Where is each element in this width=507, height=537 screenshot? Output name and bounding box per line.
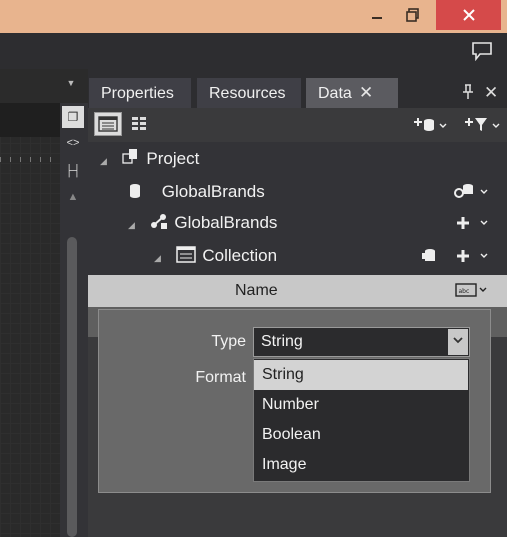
canvas-header xyxy=(0,103,60,137)
expand-triangle-icon[interactable]: ◢ xyxy=(154,253,161,263)
sample-data-icon xyxy=(465,118,500,131)
tree-label-collection: Collection xyxy=(202,246,278,265)
database-icon xyxy=(130,184,140,198)
speech-bubble-icon xyxy=(472,42,492,62)
close-icon xyxy=(462,9,475,21)
add-icon xyxy=(457,250,488,262)
tree-item-schema[interactable]: ◢ GlobalBrands xyxy=(128,207,500,239)
restore-button[interactable] xyxy=(395,0,430,30)
tab-properties[interactable]: Properties xyxy=(89,78,191,109)
type-select-value: String xyxy=(261,333,303,350)
minimize-icon xyxy=(372,17,382,19)
database-settings-icon xyxy=(454,184,488,198)
detail-view-button[interactable] xyxy=(127,112,153,136)
resize-horizontal-icon[interactable]: ├┤ xyxy=(62,160,84,182)
scrollbar[interactable] xyxy=(67,237,77,537)
property-name: Name xyxy=(235,282,278,299)
svg-text:abc: abc xyxy=(459,288,470,295)
tree-item-datasource[interactable]: GlobalBrands xyxy=(128,176,500,208)
option-boolean[interactable]: Boolean xyxy=(254,420,468,450)
feedback-button[interactable] xyxy=(471,41,493,62)
tab-data-label: Data xyxy=(318,85,352,102)
minimize-button[interactable] xyxy=(362,0,392,30)
data-source-options-button[interactable] xyxy=(453,181,491,201)
collection-database-button[interactable] xyxy=(421,247,437,265)
ruler xyxy=(0,150,60,162)
title-bar xyxy=(0,0,507,33)
add-data-source-button[interactable] xyxy=(410,112,450,136)
expand-triangle-icon[interactable]: ◢ xyxy=(100,156,107,166)
project-icon xyxy=(122,149,137,164)
add-property-button[interactable] xyxy=(454,214,492,232)
type-select[interactable]: String xyxy=(253,327,470,357)
design-canvas[interactable] xyxy=(0,103,60,537)
option-string[interactable]: String xyxy=(254,360,468,390)
format-label: Format xyxy=(195,369,246,386)
close-panel-icon[interactable]: ✕ xyxy=(484,84,500,102)
detail-view-icon xyxy=(132,117,146,130)
tree-label-schema: GlobalBrands xyxy=(174,213,278,232)
restore-icon xyxy=(405,8,419,22)
close-window-button[interactable] xyxy=(436,0,501,30)
add-collection-property-button[interactable] xyxy=(454,247,492,265)
tree-item-project[interactable]: ◢ Project xyxy=(100,143,500,175)
copy-icon[interactable]: ❐ xyxy=(62,106,84,128)
pin-icon[interactable] xyxy=(461,84,477,102)
option-number[interactable]: Number xyxy=(254,390,468,420)
tree-item-collection[interactable]: ◢ Collection xyxy=(154,240,500,272)
type-label: Type xyxy=(211,333,246,350)
list-view-button[interactable] xyxy=(94,112,122,136)
database-icon xyxy=(422,249,435,261)
string-type-icon: abc xyxy=(455,283,487,297)
schema-icon xyxy=(150,214,167,229)
list-view-icon xyxy=(98,116,118,132)
tab-data[interactable]: Data xyxy=(306,78,398,109)
chevron-down-glyph xyxy=(453,337,463,344)
tree-label-datasource: GlobalBrands xyxy=(161,182,265,201)
scroll-up-icon[interactable]: ▲ xyxy=(62,186,84,208)
tree-label-project: Project xyxy=(146,149,200,168)
add-icon xyxy=(457,217,488,229)
chevron-down-icon[interactable]: ▼ xyxy=(62,78,80,94)
property-name-row[interactable]: Name xyxy=(88,275,507,307)
expand-triangle-icon[interactable]: ◢ xyxy=(128,220,135,230)
option-image[interactable]: Image xyxy=(254,450,468,480)
collection-icon xyxy=(175,246,196,263)
property-type-button[interactable]: abc xyxy=(454,281,492,299)
add-database-icon xyxy=(414,118,447,131)
chevron-down-icon[interactable] xyxy=(448,329,468,355)
pin-icon-glyph xyxy=(463,84,473,99)
code-view-icon[interactable]: <> xyxy=(62,132,84,154)
create-sample-data-button[interactable] xyxy=(461,112,503,136)
tab-resources[interactable]: Resources xyxy=(197,78,301,109)
toolbar-strip xyxy=(0,33,507,69)
close-tab-icon[interactable]: ✕ xyxy=(359,84,375,101)
